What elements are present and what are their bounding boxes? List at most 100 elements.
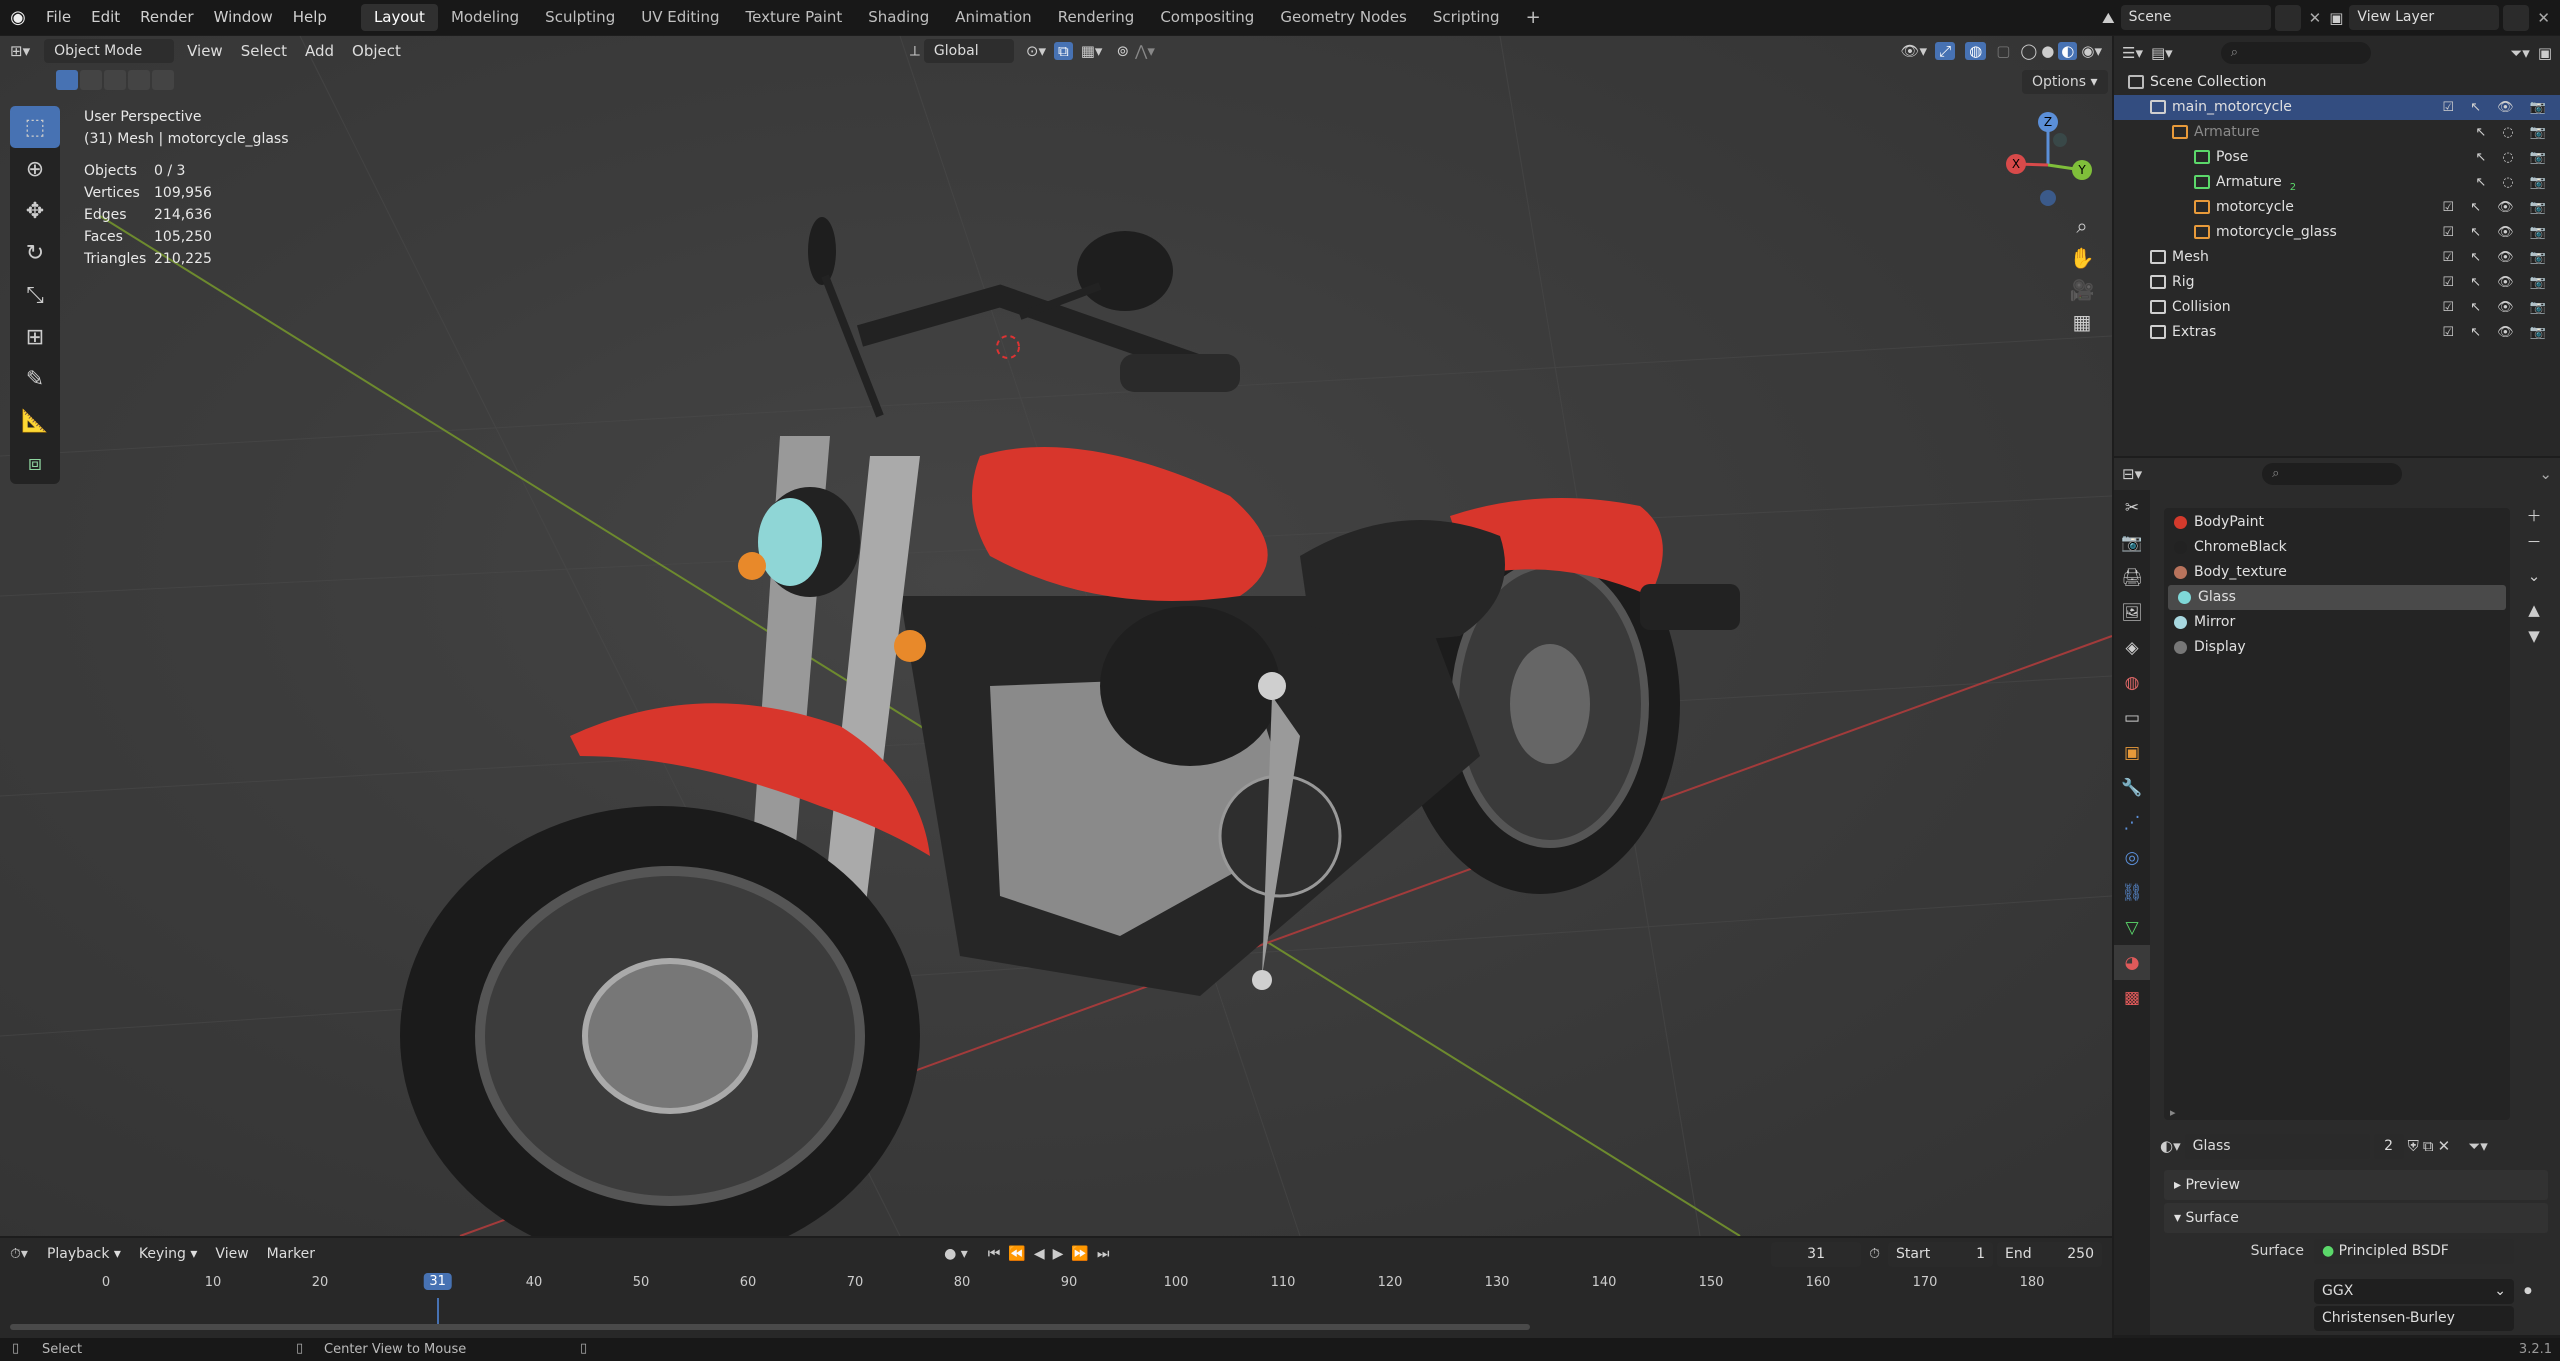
add-slot-icon[interactable]: ＋ xyxy=(2522,503,2546,529)
select-extend-icon[interactable] xyxy=(80,70,102,90)
move-tool[interactable]: ✥ xyxy=(10,190,60,232)
menu-edit[interactable]: Edit xyxy=(81,0,130,35)
tab-modeling[interactable]: Modeling xyxy=(438,4,532,31)
duplicate-material-icon[interactable]: ⧉ xyxy=(2423,1137,2434,1155)
outliner-visibility-toggles[interactable]: ☑ ↖ 👁 📷 xyxy=(2442,195,2552,220)
tab-rendering[interactable]: Rendering xyxy=(1045,4,1148,31)
preview-panel-header[interactable]: ▸ Preview xyxy=(2164,1170,2548,1200)
outliner-search-input[interactable]: ⌕ xyxy=(2220,42,2371,64)
menu-add[interactable]: Add xyxy=(296,36,343,66)
menu-view[interactable]: View xyxy=(178,36,232,66)
outliner-editor-icon[interactable]: ☰▾ xyxy=(2122,44,2143,62)
outliner-visibility-toggles[interactable]: ☑ ↖ 👁 📷 xyxy=(2442,270,2552,295)
3d-viewport[interactable] xyxy=(0,36,2112,1236)
scene-field[interactable]: Scene xyxy=(2120,5,2271,30)
tab-scripting[interactable]: Scripting xyxy=(1420,4,1513,31)
playhead-line[interactable] xyxy=(436,1298,439,1324)
distribution-keyframe-icon[interactable]: ● xyxy=(2524,1286,2532,1296)
add-cube-tool[interactable]: ⧈ xyxy=(10,442,60,484)
outliner-visibility-toggles[interactable]: ☑ ↖ 👁 📷 xyxy=(2442,220,2552,245)
outliner-visibility-toggles[interactable]: ☑ ↖ 👁 📷 xyxy=(2442,95,2552,120)
cursor-tool[interactable]: ⊕ xyxy=(10,148,60,190)
texture-tab-icon[interactable]: ▩ xyxy=(2114,980,2150,1015)
overlay-toggle-icon[interactable]: ◍ xyxy=(1965,42,1987,60)
view-layer-icon[interactable]: ▣ xyxy=(2329,9,2343,27)
outliner-scene-collection[interactable]: Scene Collection xyxy=(2114,70,2560,95)
editor-type-icon[interactable]: ⊞▾ xyxy=(0,42,40,60)
material-slot[interactable]: Mirror xyxy=(2164,610,2510,635)
add-workspace-button[interactable]: + xyxy=(1513,4,1554,31)
surface-shader-field[interactable]: ● Principled BSDF xyxy=(2314,1238,2514,1264)
subsurface-dropdown[interactable]: Christensen-Burley xyxy=(2314,1306,2514,1331)
visibility-icon[interactable]: 👁▾ xyxy=(1901,42,1928,60)
tab-sculpting[interactable]: Sculpting xyxy=(532,4,628,31)
outliner-visibility-toggles[interactable]: ☑ ↖ 👁 📷 xyxy=(2442,245,2552,270)
outliner-visibility-toggles[interactable]: ☑ ↖ 👁 📷 xyxy=(2442,320,2552,345)
mode-dropdown[interactable]: Object Mode xyxy=(44,39,175,63)
tab-layout[interactable]: Layout xyxy=(360,4,438,31)
options-button[interactable]: Options ▾ xyxy=(2022,70,2108,94)
timeline-ruler[interactable]: 0 10 20 31 40 50 60 70 80 90 100 110 120 130 140 150 160… xyxy=(0,1238,2112,1324)
close-scene-icon[interactable]: ✕ xyxy=(2309,9,2322,27)
distribution-dropdown[interactable]: GGX ⌄ xyxy=(2314,1278,2514,1304)
material-filter-icon[interactable]: ⏷▾ xyxy=(2468,1137,2488,1155)
list-resize-icon[interactable]: ▸ xyxy=(2170,1106,2176,1119)
shading-solid-icon[interactable]: ● xyxy=(2041,42,2054,60)
outliner-row[interactable]: main_motorcycle ☑ ↖ 👁 📷 xyxy=(2114,95,2560,120)
outliner-row[interactable]: Extras ☑ ↖ 👁 📷 xyxy=(2114,320,2560,345)
proportional-edit-icon[interactable]: ⊚ xyxy=(1116,42,1129,60)
annotate-tool[interactable]: ✎ xyxy=(10,358,60,400)
scene-tab-icon[interactable]: ◈ xyxy=(2114,630,2150,665)
move-slot-down-icon[interactable]: ▼ xyxy=(2522,623,2546,649)
material-slot[interactable]: ChromeBlack xyxy=(2164,535,2510,560)
tool-tab-icon[interactable]: ✂ xyxy=(2114,490,2150,525)
view-layer-tab-icon[interactable]: 🖼 xyxy=(2114,595,2150,630)
pivot-icon[interactable]: ⊙▾ xyxy=(1026,42,1046,60)
move-slot-up-icon[interactable]: ▲ xyxy=(2522,597,2546,623)
particles-tab-icon[interactable]: ⋰ xyxy=(2114,805,2150,840)
outliner-display-mode-icon[interactable]: ▤▾ xyxy=(2151,44,2173,62)
constraints-tab-icon[interactable]: ⛓ xyxy=(2114,875,2150,910)
output-tab-icon[interactable]: 🖨 xyxy=(2114,560,2150,595)
outliner-row[interactable]: Mesh ☑ ↖ 👁 📷 xyxy=(2114,245,2560,270)
snap-target-icon[interactable]: ▦▾ xyxy=(1081,42,1103,60)
tab-geometry-nodes[interactable]: Geometry Nodes xyxy=(1267,4,1420,31)
tab-texture-paint[interactable]: Texture Paint xyxy=(732,4,855,31)
outliner-row[interactable]: motorcycle_glass ☑ ↖ 👁 📷 xyxy=(2114,220,2560,245)
measure-tool[interactable]: 📐 xyxy=(10,400,60,442)
select-new-icon[interactable] xyxy=(56,70,78,90)
properties-options-icon[interactable]: ⌄ xyxy=(2539,465,2552,483)
material-user-count[interactable]: 2 xyxy=(2373,1133,2404,1159)
shading-rendered-icon[interactable]: ◉▾ xyxy=(2081,42,2102,60)
tab-shading[interactable]: Shading xyxy=(855,4,942,31)
outliner-row[interactable]: motorcycle ☑ ↖ 👁 📷 xyxy=(2114,195,2560,220)
blender-logo-icon[interactable]: ◉ xyxy=(0,7,36,28)
menu-render[interactable]: Render xyxy=(130,0,203,35)
outliner-visibility-toggles[interactable]: ↖ ◌ 📷 xyxy=(2475,170,2552,195)
modifier-tab-icon[interactable]: 🔧 xyxy=(2114,770,2150,805)
material-slot[interactable]: BodyPaint xyxy=(2164,510,2510,535)
properties-editor-icon[interactable]: ⊟▾ xyxy=(2122,465,2142,483)
collection-tab-icon[interactable]: ▭ xyxy=(2114,700,2150,735)
material-slot[interactable]: Display xyxy=(2164,635,2510,660)
scale-tool[interactable]: ⤡ xyxy=(10,274,60,316)
outliner-row[interactable]: Rig ☑ ↖ 👁 📷 xyxy=(2114,270,2560,295)
snap-icon[interactable]: ⧉ xyxy=(1054,42,1073,60)
tab-animation[interactable]: Animation xyxy=(942,4,1044,31)
menu-help[interactable]: Help xyxy=(283,0,337,35)
surface-panel-header[interactable]: ▾ Surface xyxy=(2164,1203,2548,1233)
pan-hand-icon[interactable]: ✋ xyxy=(2066,242,2098,274)
unlink-material-icon[interactable]: ✕ xyxy=(2438,1137,2451,1155)
transform-tool[interactable]: ⊞ xyxy=(10,316,60,358)
gizmo-toggle-icon[interactable]: ⤢ xyxy=(1935,42,1956,60)
remove-slot-icon[interactable]: － xyxy=(2522,529,2546,555)
menu-select[interactable]: Select xyxy=(232,36,296,66)
properties-search-input[interactable]: ⌕ xyxy=(2262,463,2403,485)
new-collection-icon[interactable]: ▣ xyxy=(2538,44,2552,62)
render-tab-icon[interactable]: 📷 xyxy=(2114,525,2150,560)
tab-compositing[interactable]: Compositing xyxy=(1147,4,1267,31)
camera-icon[interactable]: 🎥 xyxy=(2066,274,2098,306)
select-subtract-icon[interactable] xyxy=(104,70,126,90)
world-tab-icon[interactable]: ◍ xyxy=(2114,665,2150,700)
filter-icon[interactable]: ⏷▾ xyxy=(2510,44,2530,62)
